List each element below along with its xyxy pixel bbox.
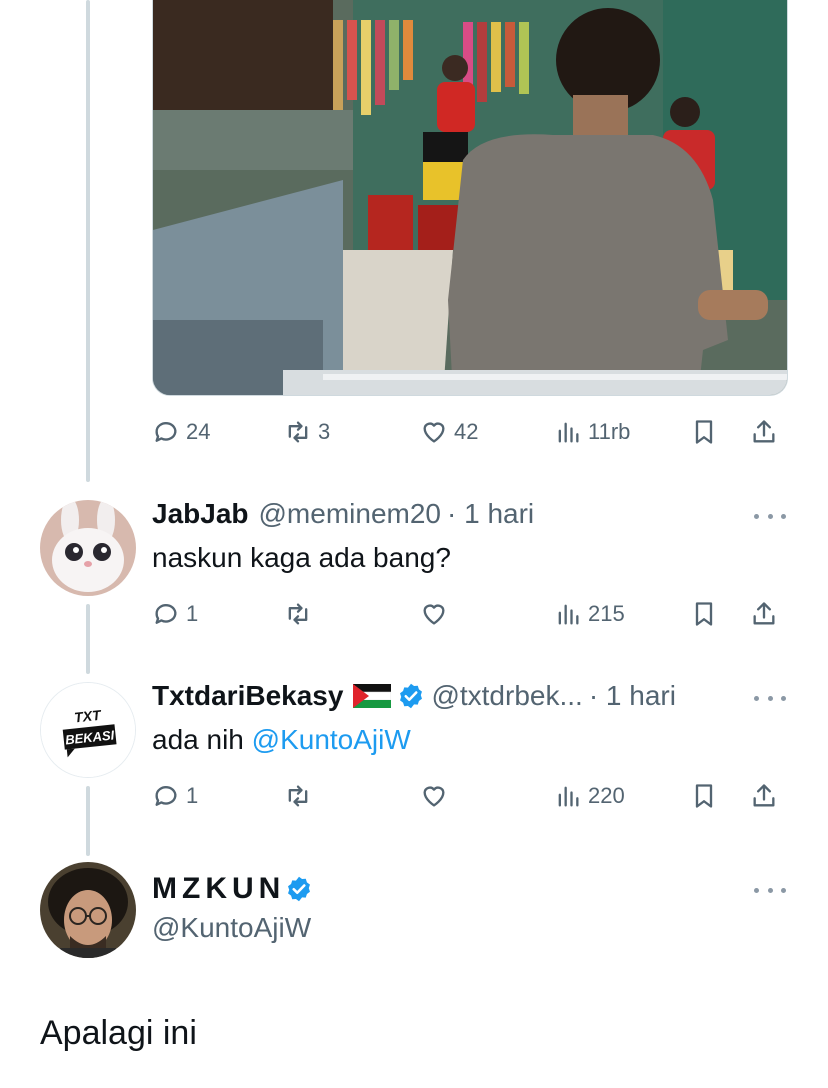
more-icon bbox=[781, 887, 786, 893]
more-button[interactable] bbox=[754, 880, 786, 900]
views-count: 220 bbox=[588, 783, 625, 808]
verified-icon[interactable] bbox=[397, 682, 425, 710]
views-button[interactable]: 215 bbox=[554, 594, 625, 634]
more-button[interactable] bbox=[754, 688, 786, 708]
main-display-name-row: MZKUN bbox=[152, 872, 319, 906]
reply-actions: 1 215 bbox=[152, 594, 788, 634]
share-button[interactable] bbox=[750, 594, 778, 634]
more-icon bbox=[781, 695, 786, 701]
reply-count: 24 bbox=[186, 419, 211, 444]
more-icon bbox=[767, 887, 773, 893]
more-icon bbox=[767, 513, 773, 519]
repost-icon bbox=[288, 603, 308, 625]
palestine-flag-icon bbox=[353, 684, 392, 708]
like-icon bbox=[423, 604, 445, 625]
more-icon bbox=[754, 513, 759, 519]
tweet-photo[interactable] bbox=[152, 0, 788, 396]
more-icon bbox=[781, 513, 786, 519]
reply-actions: 1 220 bbox=[152, 776, 788, 816]
display-name[interactable]: JabJab bbox=[152, 498, 249, 530]
thread-line bbox=[86, 0, 90, 482]
reply-text: naskun kaga ada bang? bbox=[152, 542, 451, 573]
user-handle[interactable]: @KuntoAjiW bbox=[152, 912, 311, 944]
tweet-actions: 24 3 42 11rb bbox=[152, 412, 788, 452]
thread-line bbox=[86, 786, 90, 856]
like-count: 42 bbox=[454, 419, 479, 444]
repost-icon bbox=[288, 421, 308, 443]
thread-line bbox=[86, 604, 90, 674]
verified-icon[interactable] bbox=[285, 875, 313, 903]
tweet-time[interactable]: · 1 hari bbox=[447, 498, 534, 530]
views-icon bbox=[558, 786, 579, 807]
reply-text: ada nih @KuntoAjiW bbox=[152, 724, 411, 756]
share-button[interactable] bbox=[750, 412, 778, 452]
more-button[interactable] bbox=[754, 506, 786, 526]
like-button[interactable] bbox=[420, 776, 448, 816]
like-icon bbox=[423, 786, 445, 807]
reply-button[interactable]: 24 bbox=[152, 412, 210, 452]
more-icon bbox=[754, 887, 759, 893]
display-name[interactable]: MZKUN bbox=[152, 872, 285, 906]
bookmark-button[interactable] bbox=[690, 412, 718, 452]
views-count: 11rb bbox=[588, 419, 631, 444]
reply-count: 1 bbox=[186, 783, 199, 808]
tweet-time[interactable]: · 1 hari bbox=[589, 680, 676, 712]
views-count: 215 bbox=[588, 601, 625, 626]
like-button[interactable] bbox=[420, 594, 448, 634]
reply-button[interactable]: 1 bbox=[152, 776, 198, 816]
reply-text-prefix: ada nih bbox=[152, 724, 252, 755]
bookmark-button[interactable] bbox=[690, 776, 718, 816]
share-icon bbox=[753, 420, 775, 443]
user-handle[interactable]: @txtdrbek... bbox=[431, 680, 582, 712]
like-icon bbox=[423, 422, 445, 443]
avatar-txtdaribekasy[interactable]: TXT BEKASI bbox=[40, 682, 136, 778]
mention-link[interactable]: @KuntoAjiW bbox=[252, 724, 411, 755]
more-icon bbox=[767, 695, 773, 701]
reply-header: JabJab @meminem20 · 1 hari bbox=[152, 498, 534, 530]
like-button[interactable]: 42 bbox=[420, 412, 478, 452]
reply-icon bbox=[155, 422, 177, 442]
share-icon bbox=[753, 602, 775, 625]
views-button[interactable]: 220 bbox=[554, 776, 625, 816]
repost-button[interactable]: 3 bbox=[284, 412, 330, 452]
bookmark-icon bbox=[695, 784, 713, 808]
bookmark-icon bbox=[695, 420, 713, 444]
reply-icon bbox=[155, 786, 177, 806]
reply-icon bbox=[155, 604, 177, 624]
reply-count: 1 bbox=[186, 601, 199, 626]
views-icon bbox=[558, 604, 579, 625]
avatar-mzkun[interactable] bbox=[40, 862, 136, 958]
views-icon bbox=[558, 422, 579, 443]
repost-icon bbox=[288, 785, 308, 807]
main-tweet-text: Apalagi ini bbox=[40, 1014, 197, 1052]
share-button[interactable] bbox=[750, 776, 778, 816]
views-button[interactable]: 11rb bbox=[554, 412, 630, 452]
repost-button[interactable] bbox=[284, 594, 312, 634]
share-icon bbox=[753, 784, 775, 807]
display-name[interactable]: TxtdariBekasy bbox=[152, 680, 343, 712]
avatar-logo-text: TXT bbox=[73, 707, 102, 726]
more-icon bbox=[754, 695, 759, 701]
reply-button[interactable]: 1 bbox=[152, 594, 198, 634]
bookmark-icon bbox=[695, 602, 713, 626]
repost-button[interactable] bbox=[284, 776, 312, 816]
avatar-jabjab[interactable] bbox=[40, 500, 136, 596]
user-handle[interactable]: @meminem20 bbox=[259, 498, 441, 530]
reply-header: TxtdariBekasy @txtdrbek... · 1 hari bbox=[152, 680, 676, 712]
bookmark-button[interactable] bbox=[690, 594, 718, 634]
repost-count: 3 bbox=[318, 419, 331, 444]
